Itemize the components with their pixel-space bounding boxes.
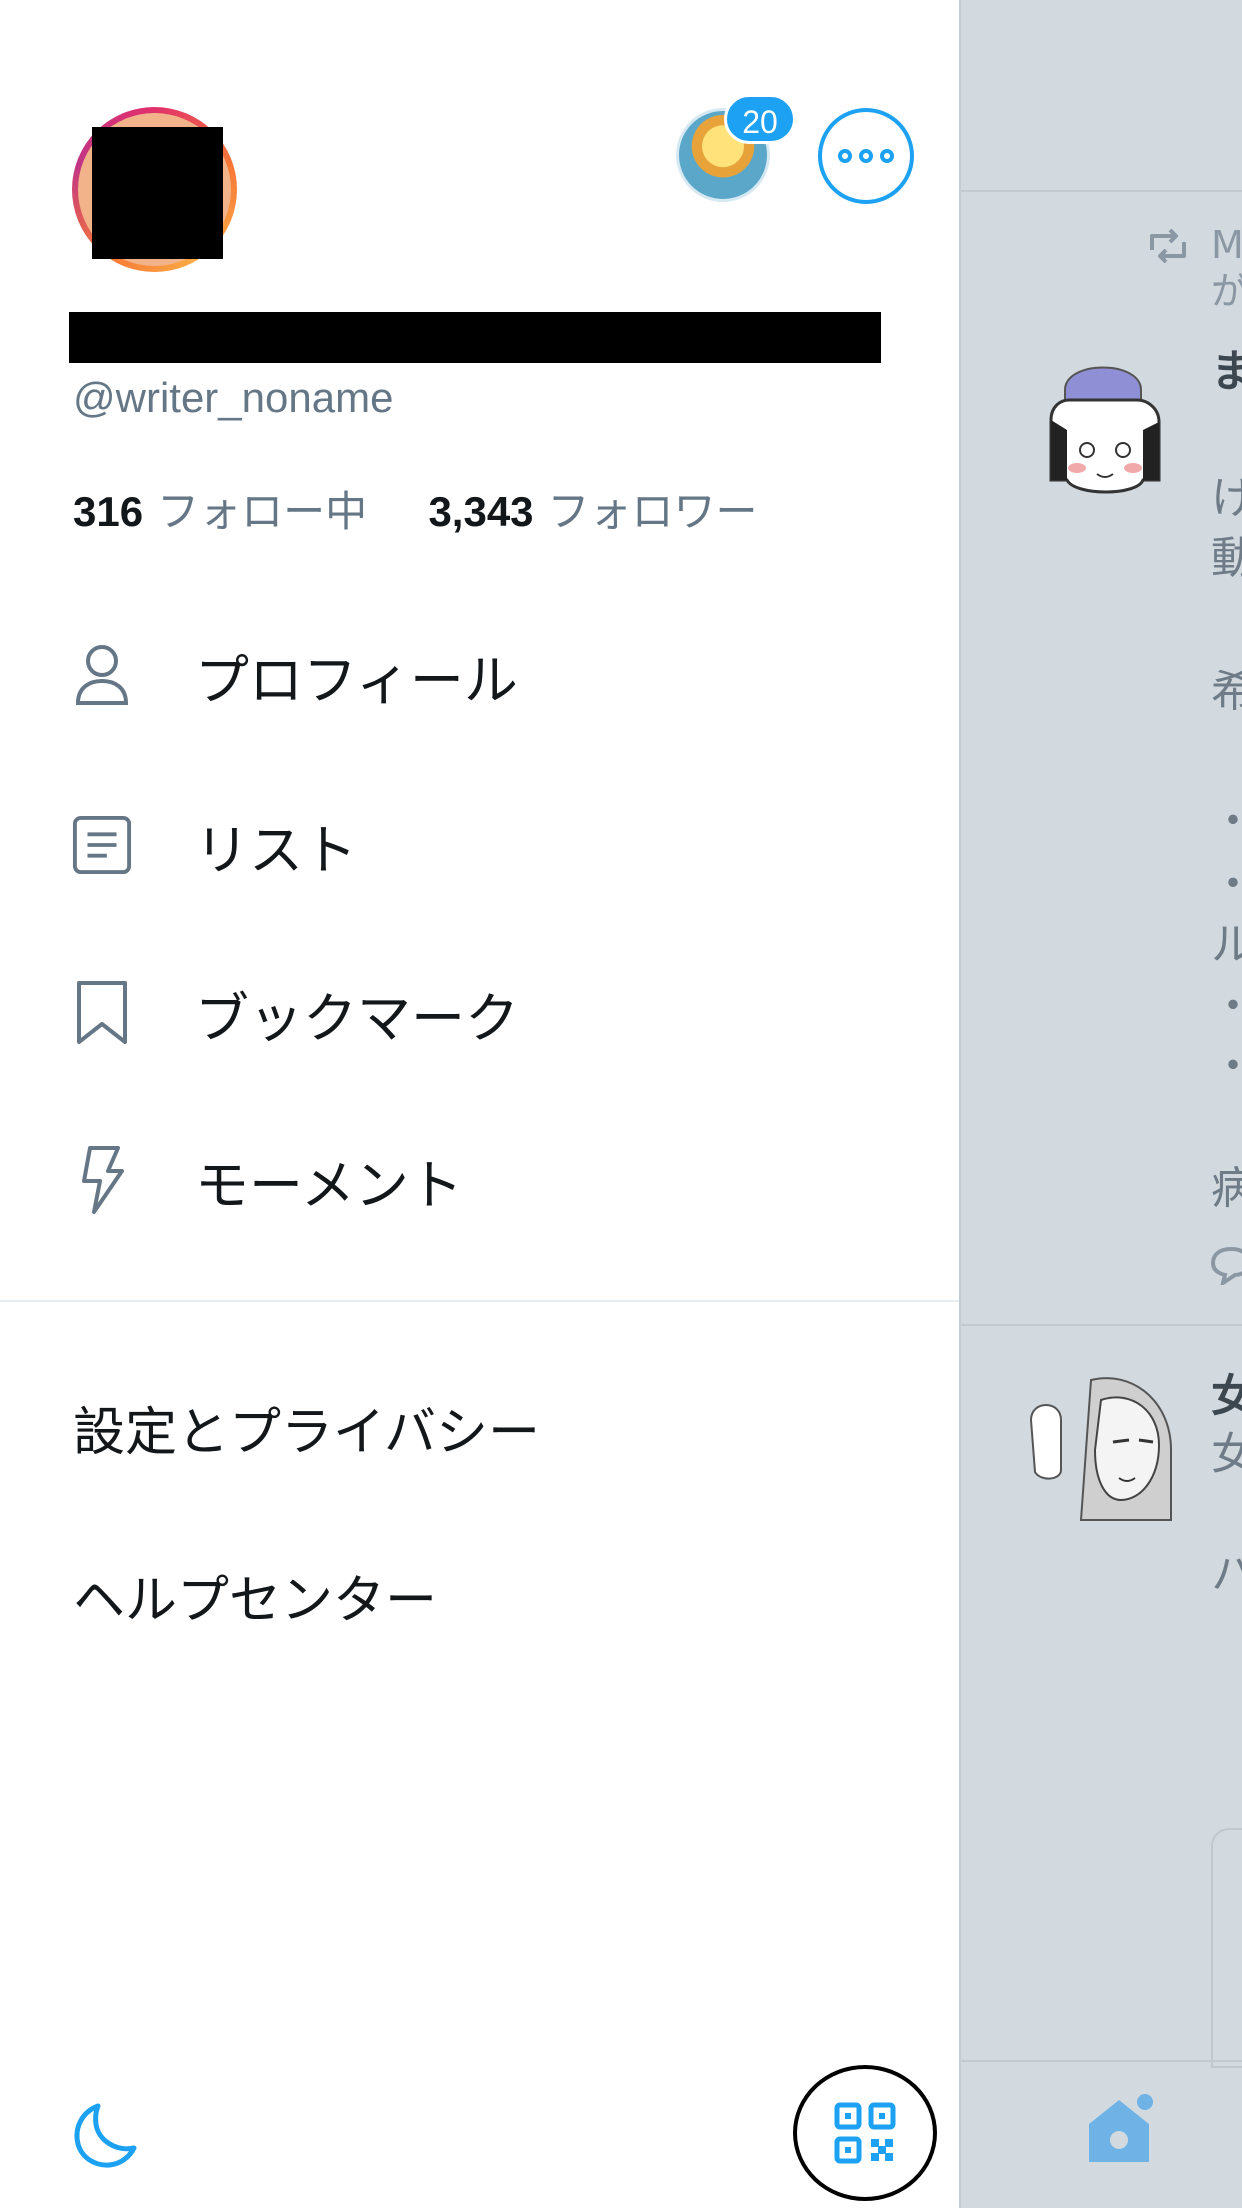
menu-divider (0, 1300, 959, 1302)
moon-icon[interactable] (68, 2100, 140, 2172)
reply-icon[interactable] (1210, 1245, 1242, 1289)
side-drawer: 20 @writer_noname 316 フォロー中 3,343 フォロワー プロ… (0, 0, 959, 2208)
redaction-block (92, 127, 223, 259)
bookmark-icon (72, 978, 132, 1048)
tweet-text-line: ・ (1211, 848, 1242, 912)
retweet-context-line: が (1211, 268, 1242, 314)
help-center-link[interactable]: ヘルプセンター (73, 1558, 437, 1633)
qr-code-icon (834, 2102, 896, 2164)
timeline-overlay[interactable]: M が ま け 動 希 ・ ・ ル ・ ・ 病 (959, 0, 1242, 2208)
menu-item-label: プロフィール (195, 648, 518, 712)
more-accounts-button[interactable] (818, 108, 914, 204)
following-label: フォロー中 (157, 488, 368, 535)
follow-stats: 316 フォロー中 3,343 フォロワー (73, 478, 758, 539)
dot-icon (880, 149, 894, 163)
home-icon[interactable] (1081, 2090, 1161, 2170)
tweet-author: 女 (1211, 1360, 1242, 1424)
header-divider (961, 190, 1242, 192)
menu-item-lists[interactable]: リスト (0, 780, 959, 910)
dot-icon (859, 149, 873, 163)
tweet-text-line: ル (1211, 908, 1242, 972)
followers-link[interactable]: 3,343 フォロワー (428, 488, 757, 535)
followers-count: 3,343 (428, 488, 534, 535)
menu-item-label: リスト (195, 818, 357, 882)
lightning-icon (72, 1145, 132, 1215)
tweet-text-line: ・ (1211, 785, 1242, 849)
tweet-text-line: ハ (1211, 1538, 1242, 1602)
tweet-text-line: け (1211, 462, 1242, 526)
tweet-text-line: 希 (1211, 655, 1242, 719)
tweet-author: ま (1211, 335, 1242, 399)
tabbar-divider (961, 2060, 1242, 2062)
settings-privacy-link[interactable]: 設定とプライバシー (73, 1390, 540, 1465)
tweet-text-line: 女 (1211, 1418, 1242, 1482)
qr-code-button[interactable] (793, 2065, 937, 2201)
retweet-icon (1146, 228, 1190, 274)
notification-count-badge: 20 (724, 94, 796, 144)
person-icon (72, 640, 132, 710)
tweet-text-line: ・ (1211, 970, 1242, 1034)
menu-item-label: モーメント (195, 1153, 463, 1217)
tweet-avatar[interactable] (1041, 350, 1171, 500)
tweet-media-card[interactable] (1211, 1828, 1242, 2068)
list-icon (72, 810, 132, 880)
tweet-text-line: 病 (1211, 1152, 1242, 1216)
tweet-avatar[interactable] (1021, 1360, 1186, 1525)
menu-item-label: ブックマーク (195, 986, 519, 1050)
retweet-context-line: M (1211, 223, 1242, 267)
tweet-text-line: 動 (1211, 522, 1242, 586)
menu-item-bookmarks[interactable]: ブックマーク (0, 948, 959, 1078)
following-count: 316 (73, 488, 144, 535)
retweet-context: M が (1211, 222, 1242, 314)
user-handle: @writer_noname (73, 374, 394, 421)
dot-icon (838, 149, 852, 163)
tweet-text-line: ・ (1211, 1030, 1242, 1094)
followers-label: フォロワー (547, 488, 758, 535)
menu-item-profile[interactable]: プロフィール (0, 610, 959, 740)
following-link[interactable]: 316 フォロー中 (73, 488, 367, 535)
tweet-divider (961, 1324, 1242, 1326)
redaction-block (69, 312, 881, 363)
menu-item-moments[interactable]: モーメント (0, 1115, 959, 1245)
